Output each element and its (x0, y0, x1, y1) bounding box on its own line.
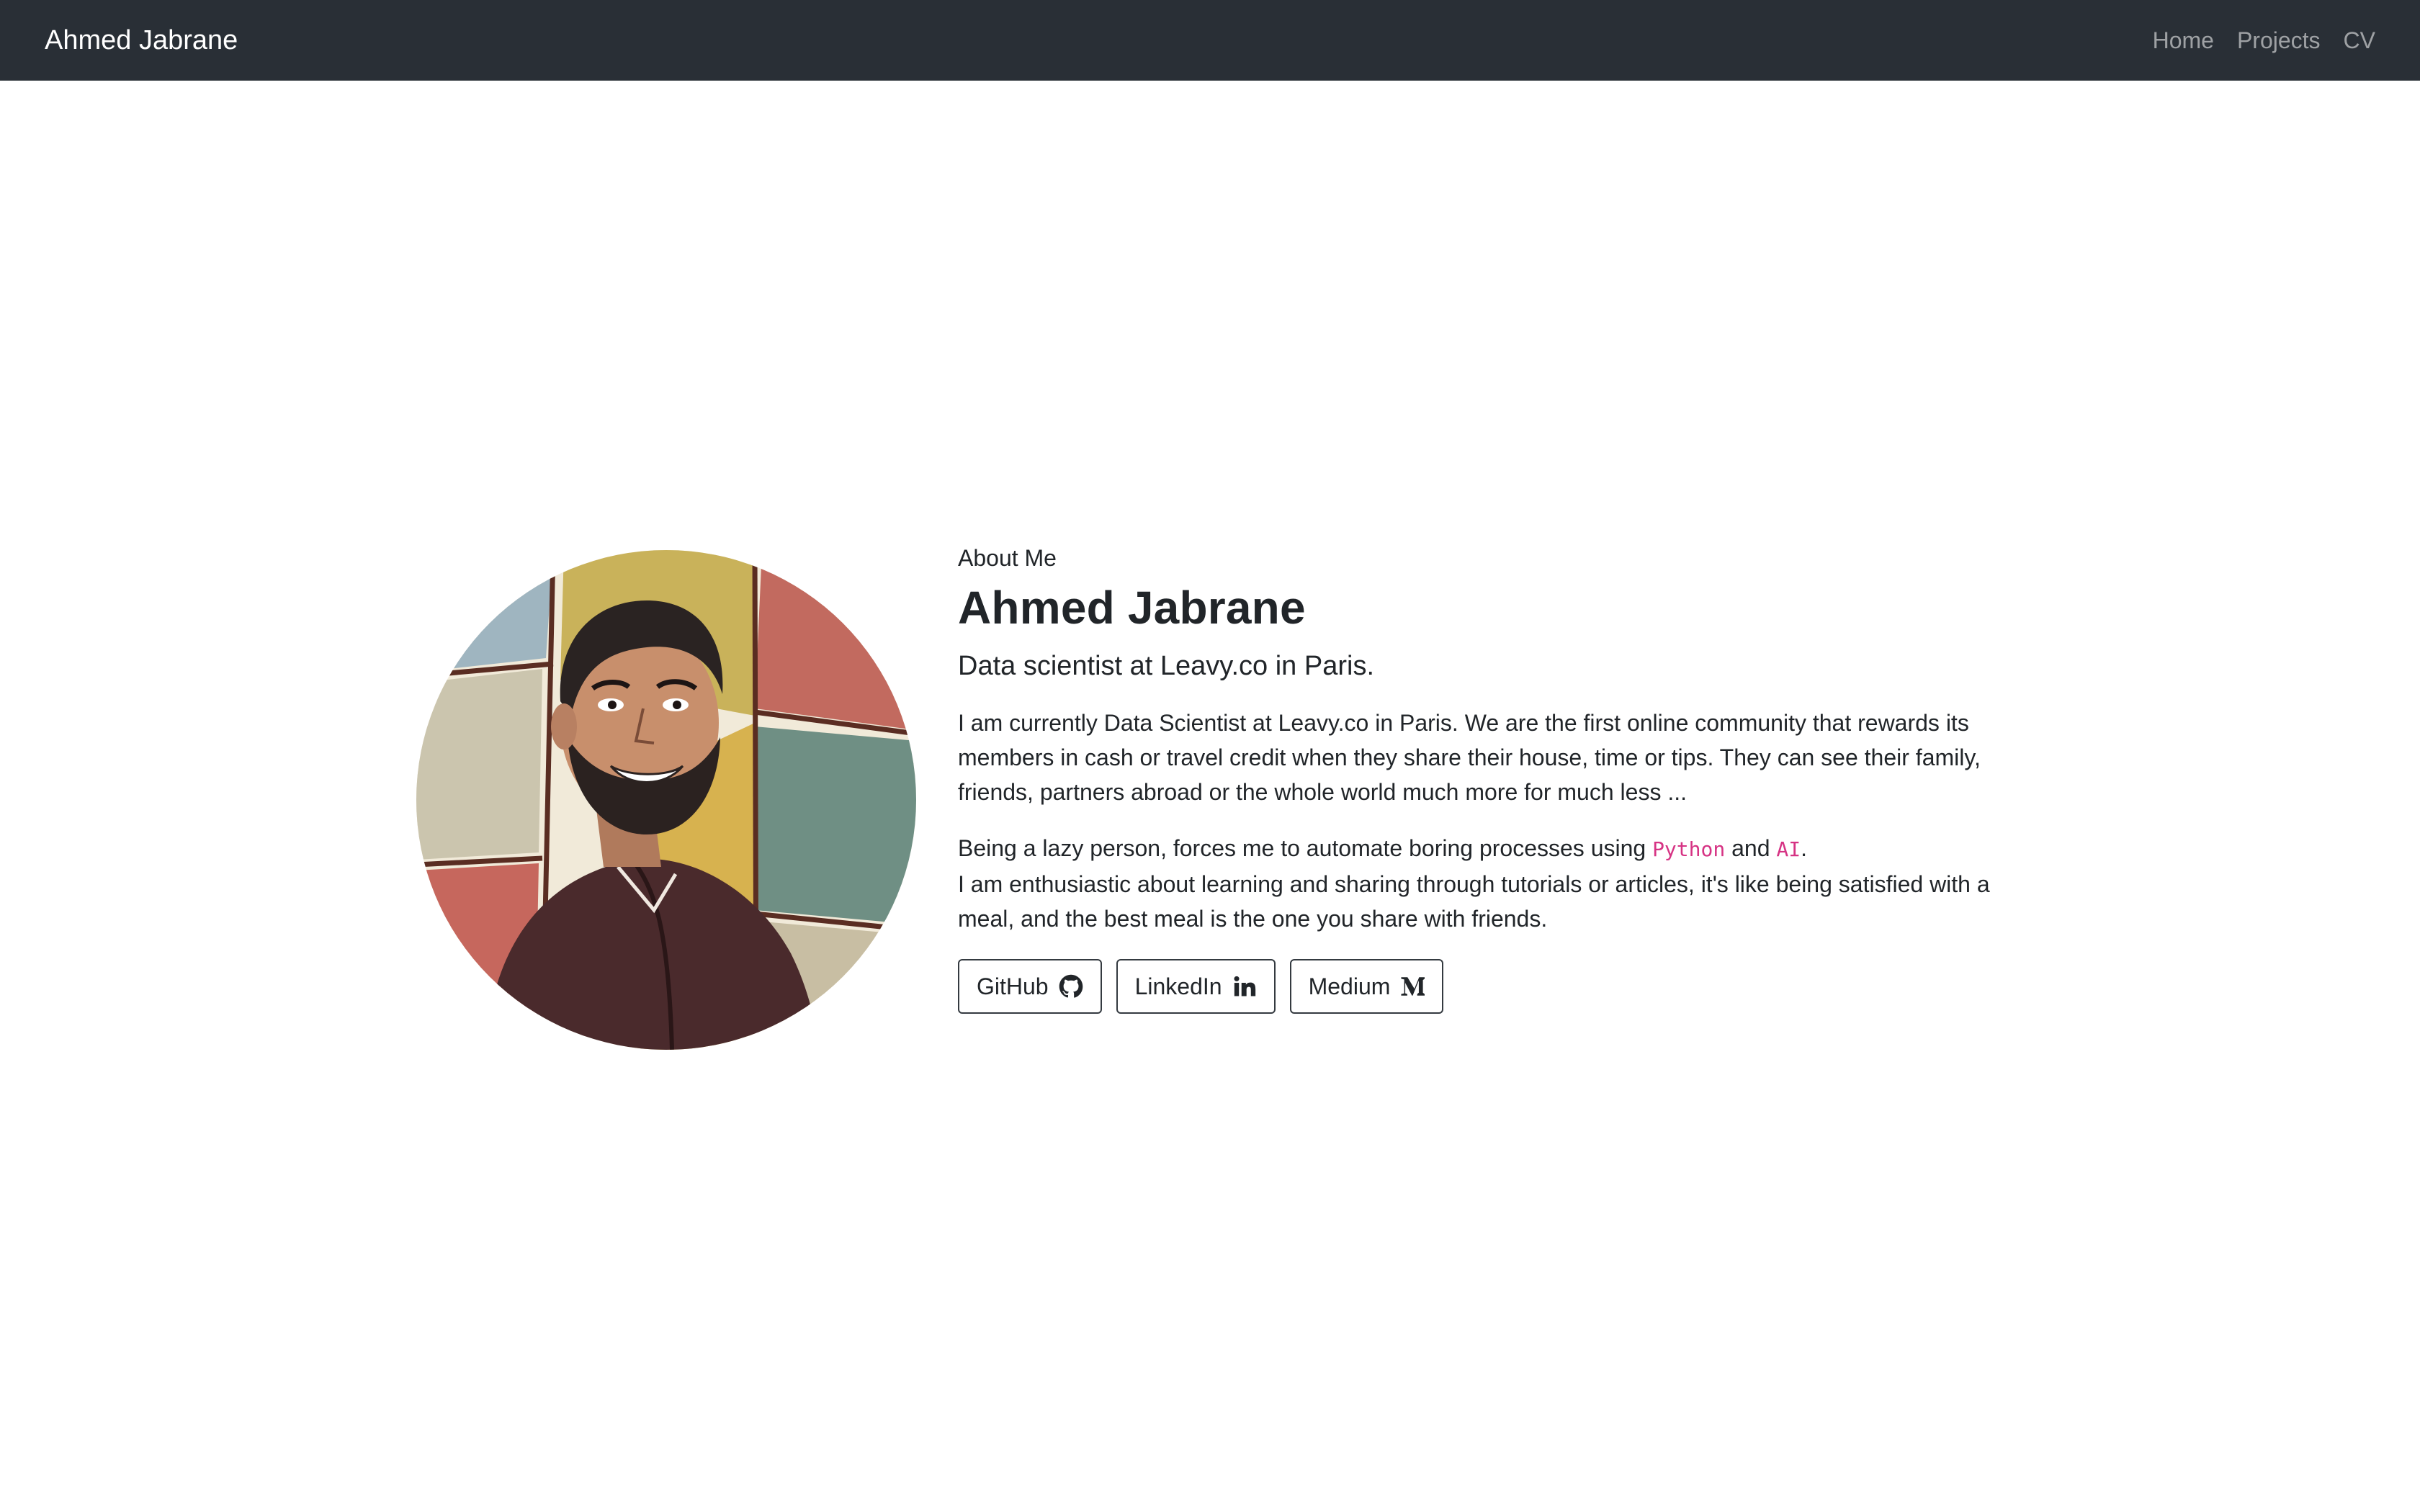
linkedin-icon (1234, 976, 1255, 996)
navbar-brand[interactable]: Ahmed Jabrane (45, 27, 238, 54)
medium-icon (1401, 977, 1425, 996)
paragraph-text: Being a lazy person, forces me to automa… (958, 835, 1653, 862)
section-eyebrow: About Me (958, 545, 1057, 571)
profile-portrait-illustration (416, 550, 916, 1050)
medium-button-label: Medium (1308, 973, 1391, 999)
linkedin-button-label: LinkedIn (1134, 973, 1222, 999)
medium-button[interactable]: Medium (1289, 959, 1444, 1014)
nav-link-home[interactable]: Home (2153, 29, 2214, 52)
automation-paragraph: Being a lazy person, forces me to automa… (958, 831, 2017, 936)
social-buttons: GitHub LinkedIn Medium (958, 959, 2017, 1014)
code-ai: AI (1776, 837, 1801, 862)
code-python: Python (1652, 837, 1726, 862)
paragraph-text: . (1801, 835, 1808, 862)
page-title: Ahmed Jabrane (958, 582, 1306, 634)
github-button-label: GitHub (977, 973, 1049, 999)
paragraph-text: I am enthusiastic about learning and sha… (958, 871, 1990, 932)
github-icon (1059, 974, 1083, 998)
nav-link-projects[interactable]: Projects (2237, 29, 2321, 52)
github-button[interactable]: GitHub (958, 959, 1102, 1014)
intro-paragraph: I am currently Data Scientist at Leavy.c… (958, 710, 1981, 806)
nav-link-cv[interactable]: CV (2344, 29, 2375, 52)
linkedin-button[interactable]: LinkedIn (1116, 959, 1276, 1014)
tagline: Data scientist at Leavy.co in Paris. (958, 650, 1374, 681)
top-navbar: Ahmed Jabrane Home Projects CV (0, 0, 2420, 81)
about-section: About Me Ahmed Jabrane Data scientist at… (958, 544, 2017, 1014)
nav-links: Home Projects CV (2153, 29, 2375, 52)
profile-avatar (416, 550, 916, 1050)
paragraph-text: and (1725, 835, 1777, 862)
